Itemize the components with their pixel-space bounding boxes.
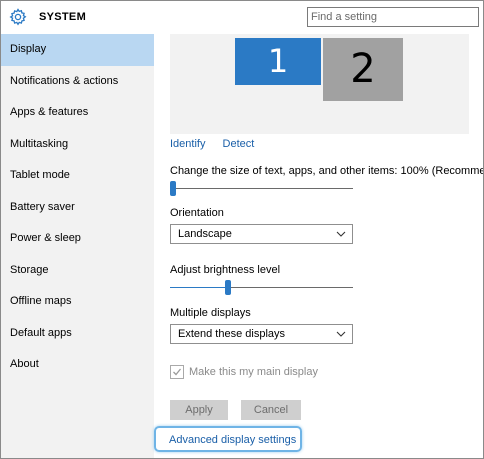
monitor-actions: Identify Detect: [170, 138, 268, 150]
apply-button[interactable]: Apply: [170, 400, 228, 420]
multiple-displays-label: Multiple displays: [170, 307, 251, 319]
main-display-checkbox-label: Make this my main display: [189, 366, 318, 378]
slider-thumb[interactable]: [170, 181, 176, 196]
monitor-1-tile[interactable]: 1: [235, 38, 321, 85]
sidebar-item-multitasking[interactable]: Multitasking: [1, 129, 154, 161]
sidebar-item-display[interactable]: Display: [1, 34, 154, 66]
brightness-slider[interactable]: [170, 280, 353, 296]
sidebar-item-apps-features[interactable]: Apps & features: [1, 97, 154, 129]
orientation-dropdown[interactable]: Landscape: [170, 224, 353, 244]
multiple-displays-dropdown[interactable]: Extend these displays: [170, 324, 353, 344]
detect-link[interactable]: Detect: [223, 138, 255, 150]
checkmark-icon: [173, 368, 182, 376]
slider-thumb[interactable]: [225, 280, 231, 295]
monitor-2-tile[interactable]: 2: [323, 38, 403, 101]
search-box[interactable]: [307, 7, 479, 27]
sidebar-item-tablet-mode[interactable]: Tablet mode: [1, 160, 154, 192]
advanced-display-settings-link[interactable]: Advanced display settings: [169, 434, 296, 446]
display-settings-panel: 1 2 Identify Detect Change the size of t…: [154, 34, 483, 458]
sidebar-item-storage[interactable]: Storage: [1, 255, 154, 287]
cancel-button[interactable]: Cancel: [241, 400, 301, 420]
monitor-arrangement-area: 1 2: [170, 34, 469, 134]
sidebar-item-power-sleep[interactable]: Power & sleep: [1, 223, 154, 255]
sidebar-item-default-apps[interactable]: Default apps: [1, 318, 154, 350]
scale-slider[interactable]: [170, 181, 353, 197]
search-input[interactable]: [311, 9, 475, 25]
orientation-value: Landscape: [178, 228, 232, 240]
advanced-display-settings-highlight: Advanced display settings: [154, 426, 302, 452]
sidebar-item-notifications[interactable]: Notifications & actions: [1, 66, 154, 98]
sidebar-item-about[interactable]: About: [1, 349, 154, 381]
main-display-checkbox[interactable]: [170, 365, 184, 379]
scale-label: Change the size of text, apps, and other…: [170, 165, 484, 177]
chevron-down-icon: [336, 331, 346, 337]
gear-icon: [9, 8, 27, 26]
sidebar-item-battery-saver[interactable]: Battery saver: [1, 192, 154, 224]
sidebar: Display Notifications & actions Apps & f…: [1, 34, 154, 458]
brightness-label: Adjust brightness level: [170, 264, 281, 276]
slider-fill: [170, 287, 228, 288]
slider-track: [170, 188, 353, 189]
identify-link[interactable]: Identify: [170, 138, 205, 150]
app-title: SYSTEM: [39, 11, 87, 23]
header-bar: SYSTEM: [1, 1, 483, 34]
settings-window: SYSTEM Display Notifications & actions A…: [0, 0, 484, 459]
multiple-displays-value: Extend these displays: [178, 328, 286, 340]
chevron-down-icon: [336, 231, 346, 237]
sidebar-item-offline-maps[interactable]: Offline maps: [1, 286, 154, 318]
orientation-label: Orientation: [170, 207, 224, 219]
